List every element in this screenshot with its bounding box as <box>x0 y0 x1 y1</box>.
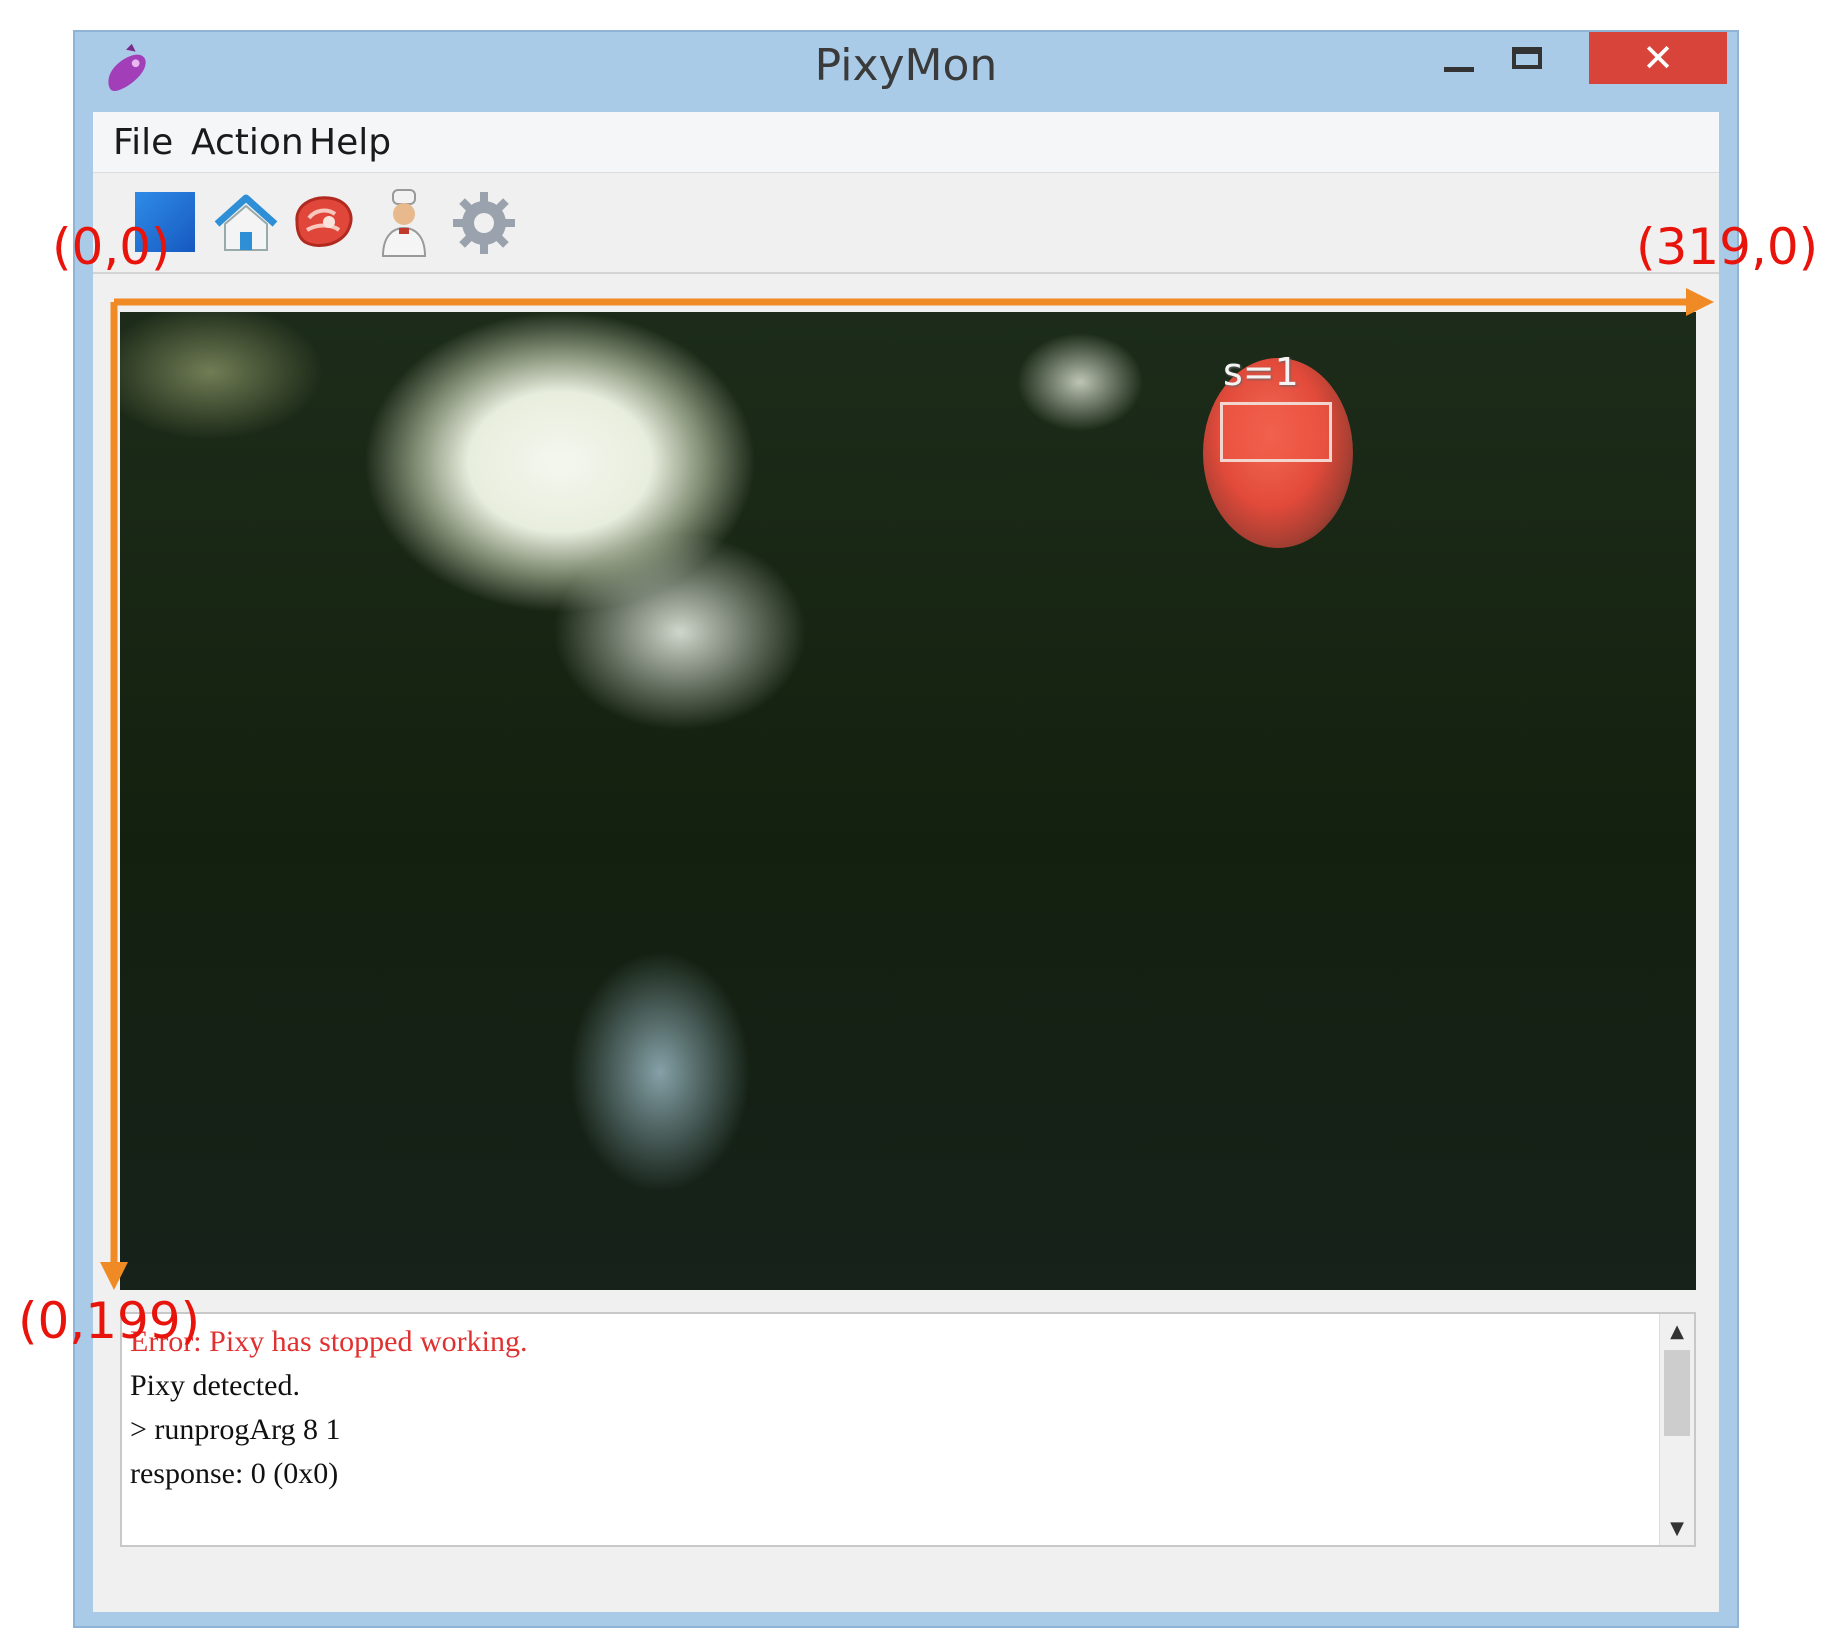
coordinate-axes <box>100 288 1714 1290</box>
y-max-coordinate-label: (0,199) <box>18 1292 201 1350</box>
x-max-coordinate-label: (319,0) <box>1636 218 1819 276</box>
origin-coordinate-label: (0,0) <box>52 218 171 276</box>
x-axis-arrowhead-icon <box>1686 288 1714 316</box>
y-axis-arrowhead-icon <box>100 1262 128 1290</box>
